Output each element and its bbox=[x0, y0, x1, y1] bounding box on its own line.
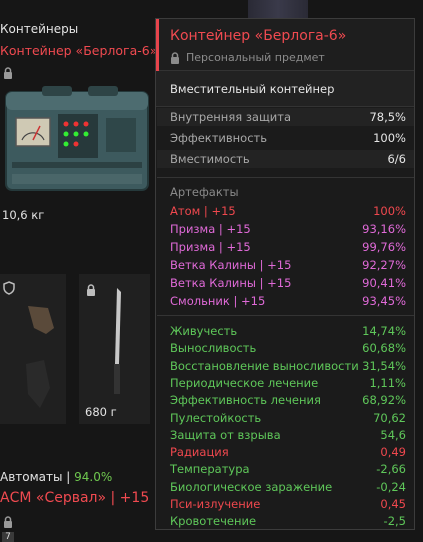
lock-icon bbox=[3, 516, 13, 528]
stat-row: Внутренняя защита 78,5% bbox=[170, 108, 406, 126]
effect-label: Температура bbox=[170, 462, 250, 477]
tooltip-title: Контейнер «Берлога-6» bbox=[170, 28, 347, 44]
divider bbox=[157, 315, 414, 316]
effect-row: Периодическое лечение 1,11% bbox=[170, 374, 406, 392]
effect-value: 70,62 bbox=[373, 410, 406, 425]
effect-row: Восстановление выносливости 31,54% bbox=[170, 357, 406, 375]
effect-row: Радиация 0,49 bbox=[170, 443, 406, 461]
container-item-name[interactable]: Контейнер «Берлога-6» bbox=[0, 43, 157, 58]
stat-row: Вместимость 6/6 bbox=[170, 150, 406, 168]
rifles-label-text: Автоматы | bbox=[0, 470, 75, 484]
artifact-row: Смольник | +15 93,45% bbox=[170, 292, 406, 310]
stat-value: 78,5% bbox=[369, 110, 406, 124]
effect-row: Выносливость 60,68% bbox=[170, 339, 406, 357]
shield-icon bbox=[2, 280, 16, 295]
stat-label: Вместимость bbox=[170, 152, 250, 166]
effect-row: Пси-излучение 0,45 bbox=[170, 495, 406, 513]
artifact-value: 92,27% bbox=[362, 258, 406, 272]
effect-value: 68,92% bbox=[362, 393, 406, 408]
item-tooltip: Контейнер «Берлога-6» Персональный предм… bbox=[155, 18, 415, 530]
stat-value: 100% bbox=[373, 131, 406, 145]
effect-value: 60,68% bbox=[362, 341, 406, 356]
effect-label: Пулестойкость bbox=[170, 410, 262, 425]
tooltip-subtitle: Персональный предмет bbox=[186, 51, 325, 64]
artifact-value: 90,41% bbox=[362, 276, 406, 290]
effect-row: Живучесть 14,74% bbox=[170, 322, 406, 340]
artifact-label: Призма | +15 bbox=[170, 222, 251, 236]
knife-weight: 680 г bbox=[85, 405, 117, 419]
effect-value: -2,66 bbox=[376, 462, 406, 477]
artifact-row: Призма | +15 93,16% bbox=[170, 220, 406, 238]
effect-row: Кровотечение -2,5 bbox=[170, 512, 406, 530]
item-type-label: Вместительный контейнер bbox=[170, 82, 335, 96]
effect-row: Температура -2,66 bbox=[170, 460, 406, 478]
effect-label: Живучесть bbox=[170, 324, 238, 338]
rifles-section-label: Автоматы | 94.0% bbox=[0, 470, 112, 484]
effect-value: 0,49 bbox=[380, 445, 406, 460]
lock-icon bbox=[170, 52, 180, 64]
artifact-label: Смольник | +15 bbox=[170, 294, 266, 308]
containers-section-label: Контейнеры bbox=[0, 22, 79, 36]
effect-label: Эффективность лечения bbox=[170, 393, 321, 408]
artifact-value: 93,16% bbox=[362, 222, 406, 236]
effect-label: Выносливость bbox=[170, 341, 257, 356]
container-image[interactable] bbox=[2, 82, 152, 200]
effect-label: Пси-излучение bbox=[170, 497, 261, 511]
effect-value: -2,5 bbox=[383, 514, 406, 529]
artifact-value: 100% bbox=[373, 204, 406, 218]
top-item-fragment bbox=[248, 0, 308, 18]
artifact-label: Ветка Калины | +15 bbox=[170, 258, 292, 272]
stat-value: 6/6 bbox=[387, 152, 406, 166]
rifle-item-name[interactable]: АСМ «Сервал» | +15 bbox=[0, 490, 149, 506]
effect-row: Пулестойкость 70,62 bbox=[170, 409, 406, 427]
lock-icon bbox=[86, 284, 96, 296]
effect-value: 0,45 bbox=[380, 497, 406, 511]
effect-label: Периодическое лечение bbox=[170, 375, 319, 390]
container-weight: 10,6 кг bbox=[2, 208, 45, 222]
effect-value: 1,11% bbox=[369, 375, 406, 390]
divider bbox=[157, 177, 414, 178]
effect-label: Радиация bbox=[170, 445, 229, 460]
rifles-label-percent: 94.0% bbox=[74, 470, 113, 484]
artifact-row: Атом | +15 100% bbox=[170, 202, 406, 220]
rifle-count-badge: 7 bbox=[2, 532, 14, 542]
lock-icon bbox=[3, 67, 13, 79]
effect-row: Эффективность лечения 68,92% bbox=[170, 391, 406, 409]
effect-value: 14,74% bbox=[362, 324, 406, 338]
artifact-label: Ветка Калины | +15 bbox=[170, 276, 292, 290]
effect-value: 31,54% bbox=[362, 358, 406, 373]
tooltip-header: Контейнер «Берлога-6» Персональный предм… bbox=[156, 19, 414, 71]
stat-label: Внутренняя защита bbox=[170, 110, 292, 124]
effect-label: Защита от взрыва bbox=[170, 427, 281, 442]
effect-label: Кровотечение bbox=[170, 514, 257, 529]
effect-value: 54,6 bbox=[380, 427, 406, 442]
effect-value: -0,24 bbox=[376, 479, 406, 494]
stat-label: Эффективность bbox=[170, 131, 268, 145]
artifacts-header: Артефакты bbox=[170, 185, 239, 199]
artifact-row: Ветка Калины | +15 92,27% bbox=[170, 256, 406, 274]
equipment-slot[interactable] bbox=[0, 274, 66, 424]
artifact-row: Ветка Калины | +15 90,41% bbox=[170, 274, 406, 292]
artifact-value: 93,45% bbox=[362, 294, 406, 308]
artifact-label: Призма | +15 bbox=[170, 240, 251, 254]
effect-row: Биологическое заражение -0,24 bbox=[170, 478, 406, 496]
artifact-row: Призма | +15 99,76% bbox=[170, 238, 406, 256]
effect-label: Восстановление выносливости bbox=[170, 358, 359, 373]
artifact-label: Атом | +15 bbox=[170, 204, 236, 218]
effect-label: Биологическое заражение bbox=[170, 479, 333, 494]
tooltip-accent-bar bbox=[156, 19, 159, 71]
artifact-value: 99,76% bbox=[362, 240, 406, 254]
effect-row: Защита от взрыва 54,6 bbox=[170, 426, 406, 444]
stat-row: Эффективность 100% bbox=[170, 129, 406, 147]
tooltip-item-type: Вместительный контейнер bbox=[156, 71, 414, 107]
equipment-slot-knife[interactable]: 680 г bbox=[79, 274, 150, 424]
